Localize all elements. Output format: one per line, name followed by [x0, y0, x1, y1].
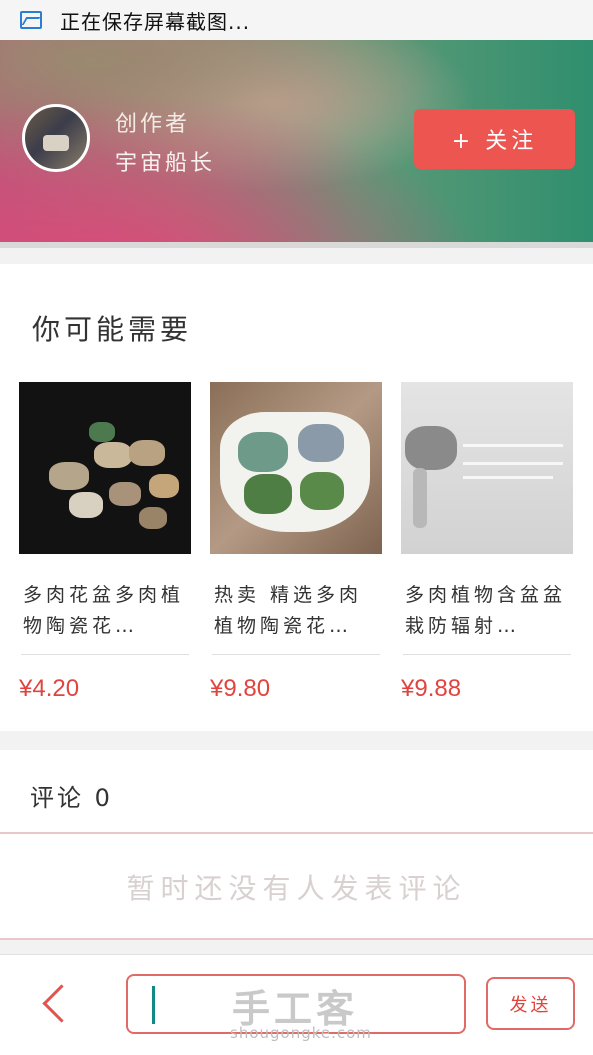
back-chevron-icon[interactable]	[38, 978, 74, 1026]
comments-empty-text: 暂时还没有人发表评论	[126, 872, 467, 905]
text-caret	[152, 986, 155, 1024]
product-card[interactable]: 多肉植物含盆盆栽防辐射… ¥9.88	[401, 382, 573, 703]
product-divider	[212, 654, 380, 655]
product-divider	[21, 654, 189, 655]
product-name[interactable]: 热卖 精选多肉植物陶瓷花…	[214, 580, 382, 642]
product-name[interactable]: 多肉植物含盆盆栽防辐射…	[405, 580, 573, 642]
screenshot-icon	[20, 11, 42, 29]
comments-title: 评论 0	[30, 784, 113, 812]
product-price: ¥9.80	[210, 675, 271, 702]
avatar[interactable]	[22, 104, 90, 172]
comments-divider	[0, 938, 593, 940]
product-card[interactable]: 热卖 精选多肉植物陶瓷花… ¥9.80	[210, 382, 382, 703]
creator-name[interactable]: 宇宙船长	[115, 145, 215, 177]
product-price: ¥4.20	[19, 675, 80, 702]
creator-label: 创作者	[115, 112, 191, 137]
product-price: ¥9.88	[401, 675, 462, 702]
send-button[interactable]: 发送	[486, 977, 575, 1030]
comments-divider	[0, 832, 593, 834]
product-image[interactable]	[401, 382, 573, 554]
product-divider	[403, 654, 571, 655]
product-name[interactable]: 多肉花盆多肉植物陶瓷花…	[23, 580, 191, 642]
status-bar: 正在保存屏幕截图...	[0, 0, 593, 40]
product-image[interactable]	[210, 382, 382, 554]
product-card[interactable]: 多肉花盆多肉植物陶瓷花… ¥4.20	[19, 382, 191, 703]
follow-button[interactable]: + 关注	[414, 109, 575, 169]
recommend-title: 你可能需要	[32, 313, 193, 346]
banner-divider	[0, 242, 593, 248]
product-image[interactable]	[19, 382, 191, 554]
status-text: 正在保存屏幕截图...	[60, 9, 251, 34]
watermark-url: shougongke.com	[230, 1024, 372, 1042]
